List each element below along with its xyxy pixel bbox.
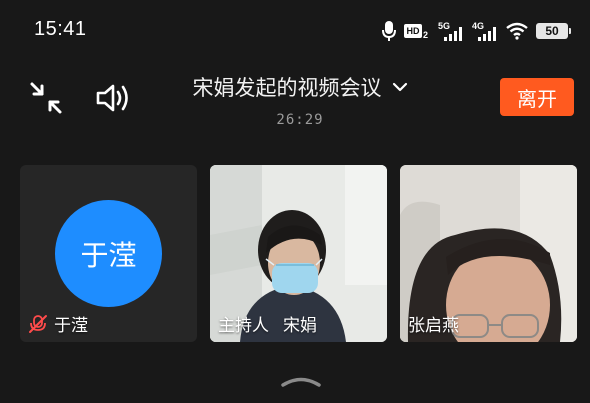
collapse-arrows-icon xyxy=(30,82,62,114)
mic-muted-icon xyxy=(29,314,47,333)
hd-sub: 2 xyxy=(423,30,429,40)
meeting-title: 宋娟发起的视频会议 xyxy=(192,76,382,100)
signal-4g-icon: 4G xyxy=(472,21,498,41)
expand-panel-handle-icon[interactable] xyxy=(279,373,323,389)
wifi-icon xyxy=(506,22,528,40)
participant-name: 于滢 xyxy=(54,316,88,336)
meeting-duration: 26:29 xyxy=(276,112,324,128)
meeting-top-bar: 宋娟发起的视频会议 26:29 离开 xyxy=(0,60,590,140)
participant-grid: 于滢 于滢 主持人 宋娟 张启燕 xyxy=(20,165,577,342)
participant-tile[interactable]: 张启燕 xyxy=(400,165,577,342)
avatar: 于滢 xyxy=(55,200,162,307)
participant-name: 宋娟 xyxy=(283,316,317,336)
speaker-button[interactable] xyxy=(92,78,136,118)
leave-meeting-button[interactable]: 离开 xyxy=(500,78,574,116)
meeting-title-area[interactable]: 宋娟发起的视频会议 26:29 xyxy=(170,72,430,128)
chevron-down-icon xyxy=(392,82,407,92)
participant-label: 于滢 xyxy=(28,311,88,336)
hd-label: HD xyxy=(404,24,422,38)
status-bar: 15:41 HD 2 5G 4G 50 xyxy=(0,0,590,60)
minimize-window-button[interactable] xyxy=(26,78,66,118)
participant-name: 张启燕 xyxy=(408,316,459,336)
signal-5g-icon: 5G xyxy=(438,21,464,41)
status-icons: HD 2 5G 4G 50 xyxy=(382,18,571,44)
speaker-icon xyxy=(96,84,128,112)
host-tag: 主持人 xyxy=(218,316,269,336)
participant-label: 主持人 宋娟 xyxy=(218,311,317,336)
battery-icon: 50 xyxy=(536,23,571,39)
participant-tile[interactable]: 主持人 宋娟 xyxy=(210,165,387,342)
hd-icon: HD 2 xyxy=(404,21,430,41)
microphone-icon xyxy=(382,21,396,41)
participant-tile[interactable]: 于滢 于滢 xyxy=(20,165,197,342)
status-time: 15:41 xyxy=(34,18,87,40)
participant-label: 张启燕 xyxy=(408,311,459,336)
